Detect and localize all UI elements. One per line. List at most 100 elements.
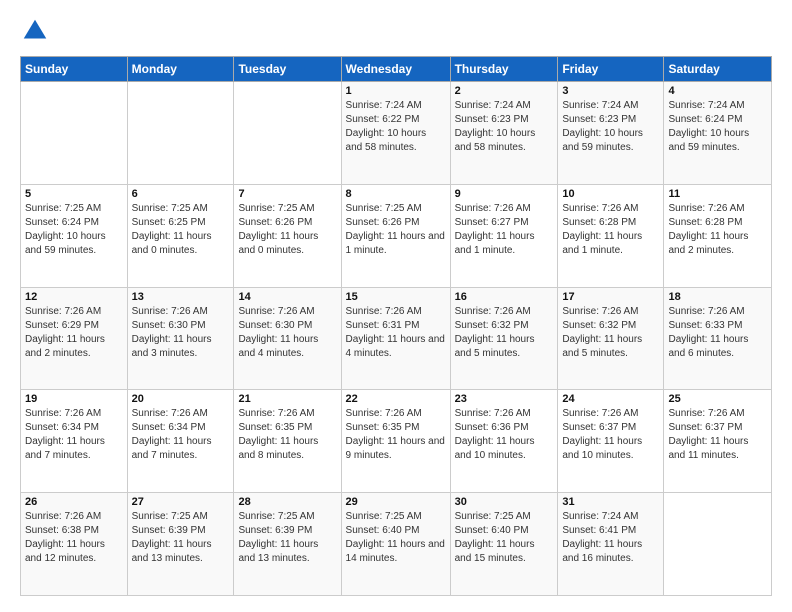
calendar-cell: 8 Sunrise: 7:25 AM Sunset: 6:26 PM Daylig… [341,184,450,287]
calendar-week-row: 26 Sunrise: 7:26 AM Sunset: 6:38 PM Dayli… [21,493,772,596]
day-info: Sunrise: 7:26 AM Sunset: 6:32 PM Dayligh… [562,305,659,361]
day-of-week-header: Sunday [21,57,128,82]
calendar-cell: 9 Sunrise: 7:26 AM Sunset: 6:27 PM Daylig… [450,184,558,287]
calendar-cell: 19 Sunrise: 7:26 AM Sunset: 6:34 PM Dayli… [21,390,128,493]
day-of-week-header: Saturday [664,57,772,82]
calendar-cell: 22Sunrise: 7:26 AM Sunset: 6:35 PM Dayli… [341,390,450,493]
day-number: 20 [132,393,230,405]
day-number: 18 [668,291,767,303]
calendar-cell [21,82,128,185]
calendar-cell: 3Sunrise: 7:24 AM Sunset: 6:23 PM Daylig… [558,82,664,185]
day-info: Sunrise: 7:26 AM Sunset: 6:29 PM Dayligh… [25,305,123,361]
day-info: Sunrise: 7:26 AM Sunset: 6:38 PM Dayligh… [25,510,123,566]
day-number: 19 [25,393,123,405]
day-info: Sunrise: 7:26 AM Sunset: 6:31 PM Dayligh… [346,305,446,361]
calendar-cell: 12 Sunrise: 7:26 AM Sunset: 6:29 PM Dayli… [21,287,128,390]
day-number: 9 [455,188,554,200]
day-info: Sunrise: 7:26 AM Sunset: 6:30 PM Dayligh… [238,305,336,361]
calendar-cell: 10 Sunrise: 7:26 AM Sunset: 6:28 PM Dayli… [558,184,664,287]
day-info: Sunrise: 7:25 AM Sunset: 6:40 PM Dayligh… [346,510,446,566]
day-of-week-header: Friday [558,57,664,82]
calendar-cell: 18 Sunrise: 7:26 AM Sunset: 6:33 PM Dayli… [664,287,772,390]
day-of-week-header: Monday [127,57,234,82]
day-number: 15 [346,291,446,303]
day-info: Sunrise: 7:26 AM Sunset: 6:36 PM Dayligh… [455,407,554,463]
day-number: 27 [132,496,230,508]
day-info: Sunrise: 7:26 AM Sunset: 6:33 PM Dayligh… [668,305,767,361]
day-number: 12 [25,291,123,303]
day-info: Sunrise: 7:25 AM Sunset: 6:39 PM Dayligh… [132,510,230,566]
calendar-cell: 11Sunrise: 7:26 AM Sunset: 6:28 PM Dayli… [664,184,772,287]
calendar-cell: 17 Sunrise: 7:26 AM Sunset: 6:32 PM Dayli… [558,287,664,390]
day-number: 7 [238,188,336,200]
day-info: Sunrise: 7:24 AM Sunset: 6:22 PM Dayligh… [346,99,446,155]
day-info: Sunrise: 7:26 AM Sunset: 6:37 PM Dayligh… [562,407,659,463]
calendar-header: SundayMondayTuesdayWednesdayThursdayFrid… [21,57,772,82]
day-info: Sunrise: 7:26 AM Sunset: 6:34 PM Dayligh… [132,407,230,463]
calendar-cell: 13 Sunrise: 7:26 AM Sunset: 6:30 PM Dayli… [127,287,234,390]
calendar: SundayMondayTuesdayWednesdayThursdayFrid… [20,56,772,596]
calendar-cell: 2Sunrise: 7:24 AM Sunset: 6:23 PM Daylig… [450,82,558,185]
day-number: 1 [346,85,446,97]
header-row: SundayMondayTuesdayWednesdayThursdayFrid… [21,57,772,82]
calendar-cell: 1 Sunrise: 7:24 AM Sunset: 6:22 PM Daylig… [341,82,450,185]
page: SundayMondayTuesdayWednesdayThursdayFrid… [0,0,792,612]
day-info: Sunrise: 7:25 AM Sunset: 6:26 PM Dayligh… [346,202,446,258]
day-number: 23 [455,393,554,405]
calendar-week-row: 19 Sunrise: 7:26 AM Sunset: 6:34 PM Dayli… [21,390,772,493]
calendar-cell: 28 Sunrise: 7:25 AM Sunset: 6:39 PM Dayli… [234,493,341,596]
calendar-cell: 14 Sunrise: 7:26 AM Sunset: 6:30 PM Dayli… [234,287,341,390]
day-number: 31 [562,496,659,508]
calendar-cell: 23 Sunrise: 7:26 AM Sunset: 6:36 PM Dayli… [450,390,558,493]
calendar-cell: 20 Sunrise: 7:26 AM Sunset: 6:34 PM Dayli… [127,390,234,493]
logo [20,16,54,46]
calendar-cell: 6 Sunrise: 7:25 AM Sunset: 6:25 PM Daylig… [127,184,234,287]
day-number: 21 [238,393,336,405]
day-of-week-header: Thursday [450,57,558,82]
day-info: Sunrise: 7:24 AM Sunset: 6:23 PM Dayligh… [562,99,659,155]
day-number: 10 [562,188,659,200]
day-number: 6 [132,188,230,200]
day-number: 4 [668,85,767,97]
calendar-cell: 26 Sunrise: 7:26 AM Sunset: 6:38 PM Dayli… [21,493,128,596]
day-info: Sunrise: 7:24 AM Sunset: 6:23 PM Dayligh… [455,99,554,155]
calendar-cell: 24 Sunrise: 7:26 AM Sunset: 6:37 PM Dayli… [558,390,664,493]
day-info: Sunrise: 7:26 AM Sunset: 6:28 PM Dayligh… [668,202,767,258]
day-number: 24 [562,393,659,405]
day-number: 26 [25,496,123,508]
calendar-cell: 25Sunrise: 7:26 AM Sunset: 6:37 PM Dayli… [664,390,772,493]
day-number: 8 [346,188,446,200]
day-info: Sunrise: 7:25 AM Sunset: 6:39 PM Dayligh… [238,510,336,566]
calendar-cell [127,82,234,185]
day-number: 16 [455,291,554,303]
calendar-cell: 31Sunrise: 7:24 AM Sunset: 6:41 PM Dayli… [558,493,664,596]
calendar-cell: 4Sunrise: 7:24 AM Sunset: 6:24 PM Daylig… [664,82,772,185]
day-info: Sunrise: 7:26 AM Sunset: 6:30 PM Dayligh… [132,305,230,361]
day-number: 13 [132,291,230,303]
day-info: Sunrise: 7:26 AM Sunset: 6:27 PM Dayligh… [455,202,554,258]
day-number: 28 [238,496,336,508]
calendar-cell: 16Sunrise: 7:26 AM Sunset: 6:32 PM Dayli… [450,287,558,390]
day-number: 30 [455,496,554,508]
day-number: 14 [238,291,336,303]
day-number: 5 [25,188,123,200]
calendar-cell [664,493,772,596]
day-number: 22 [346,393,446,405]
logo-icon [20,16,50,46]
calendar-cell: 15 Sunrise: 7:26 AM Sunset: 6:31 PM Dayli… [341,287,450,390]
day-info: Sunrise: 7:26 AM Sunset: 6:34 PM Dayligh… [25,407,123,463]
day-info: Sunrise: 7:26 AM Sunset: 6:28 PM Dayligh… [562,202,659,258]
day-info: Sunrise: 7:25 AM Sunset: 6:25 PM Dayligh… [132,202,230,258]
day-number: 29 [346,496,446,508]
day-info: Sunrise: 7:25 AM Sunset: 6:40 PM Dayligh… [455,510,554,566]
calendar-cell: 27 Sunrise: 7:25 AM Sunset: 6:39 PM Dayli… [127,493,234,596]
calendar-cell: 21Sunrise: 7:26 AM Sunset: 6:35 PM Dayli… [234,390,341,493]
calendar-week-row: 1 Sunrise: 7:24 AM Sunset: 6:22 PM Daylig… [21,82,772,185]
header [20,16,772,46]
calendar-body: 1 Sunrise: 7:24 AM Sunset: 6:22 PM Daylig… [21,82,772,596]
calendar-cell: 5Sunrise: 7:25 AM Sunset: 6:24 PM Daylig… [21,184,128,287]
calendar-week-row: 5Sunrise: 7:25 AM Sunset: 6:24 PM Daylig… [21,184,772,287]
day-info: Sunrise: 7:26 AM Sunset: 6:37 PM Dayligh… [668,407,767,463]
day-number: 17 [562,291,659,303]
day-of-week-header: Tuesday [234,57,341,82]
